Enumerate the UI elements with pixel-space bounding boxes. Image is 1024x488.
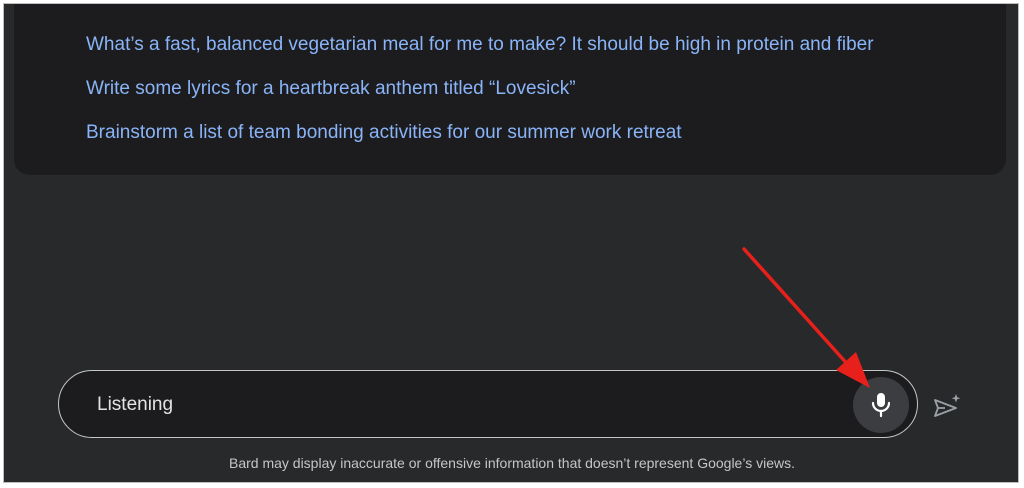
suggestion-chip-meal[interactable]: What’s a fast, balanced vegetarian meal … xyxy=(86,34,874,56)
prompt-input-bar[interactable]: Listening xyxy=(58,370,918,438)
mic-button[interactable] xyxy=(853,377,909,433)
suggestion-chip-lyrics[interactable]: Write some lyrics for a heartbreak anthe… xyxy=(86,78,576,100)
prompt-input-text[interactable]: Listening xyxy=(97,394,173,416)
microphone-icon xyxy=(871,393,891,418)
send-button[interactable] xyxy=(932,392,962,420)
bard-chat-window: What’s a fast, balanced vegetarian meal … xyxy=(3,3,1019,483)
disclaimer-text: Bard may display inaccurate or offensive… xyxy=(228,455,795,471)
send-sparkle-icon xyxy=(934,394,961,417)
suggestion-chip-brainstorm[interactable]: Brainstorm a list of team bonding activi… xyxy=(86,122,682,144)
suggestions-card: What’s a fast, balanced vegetarian meal … xyxy=(14,4,1006,175)
